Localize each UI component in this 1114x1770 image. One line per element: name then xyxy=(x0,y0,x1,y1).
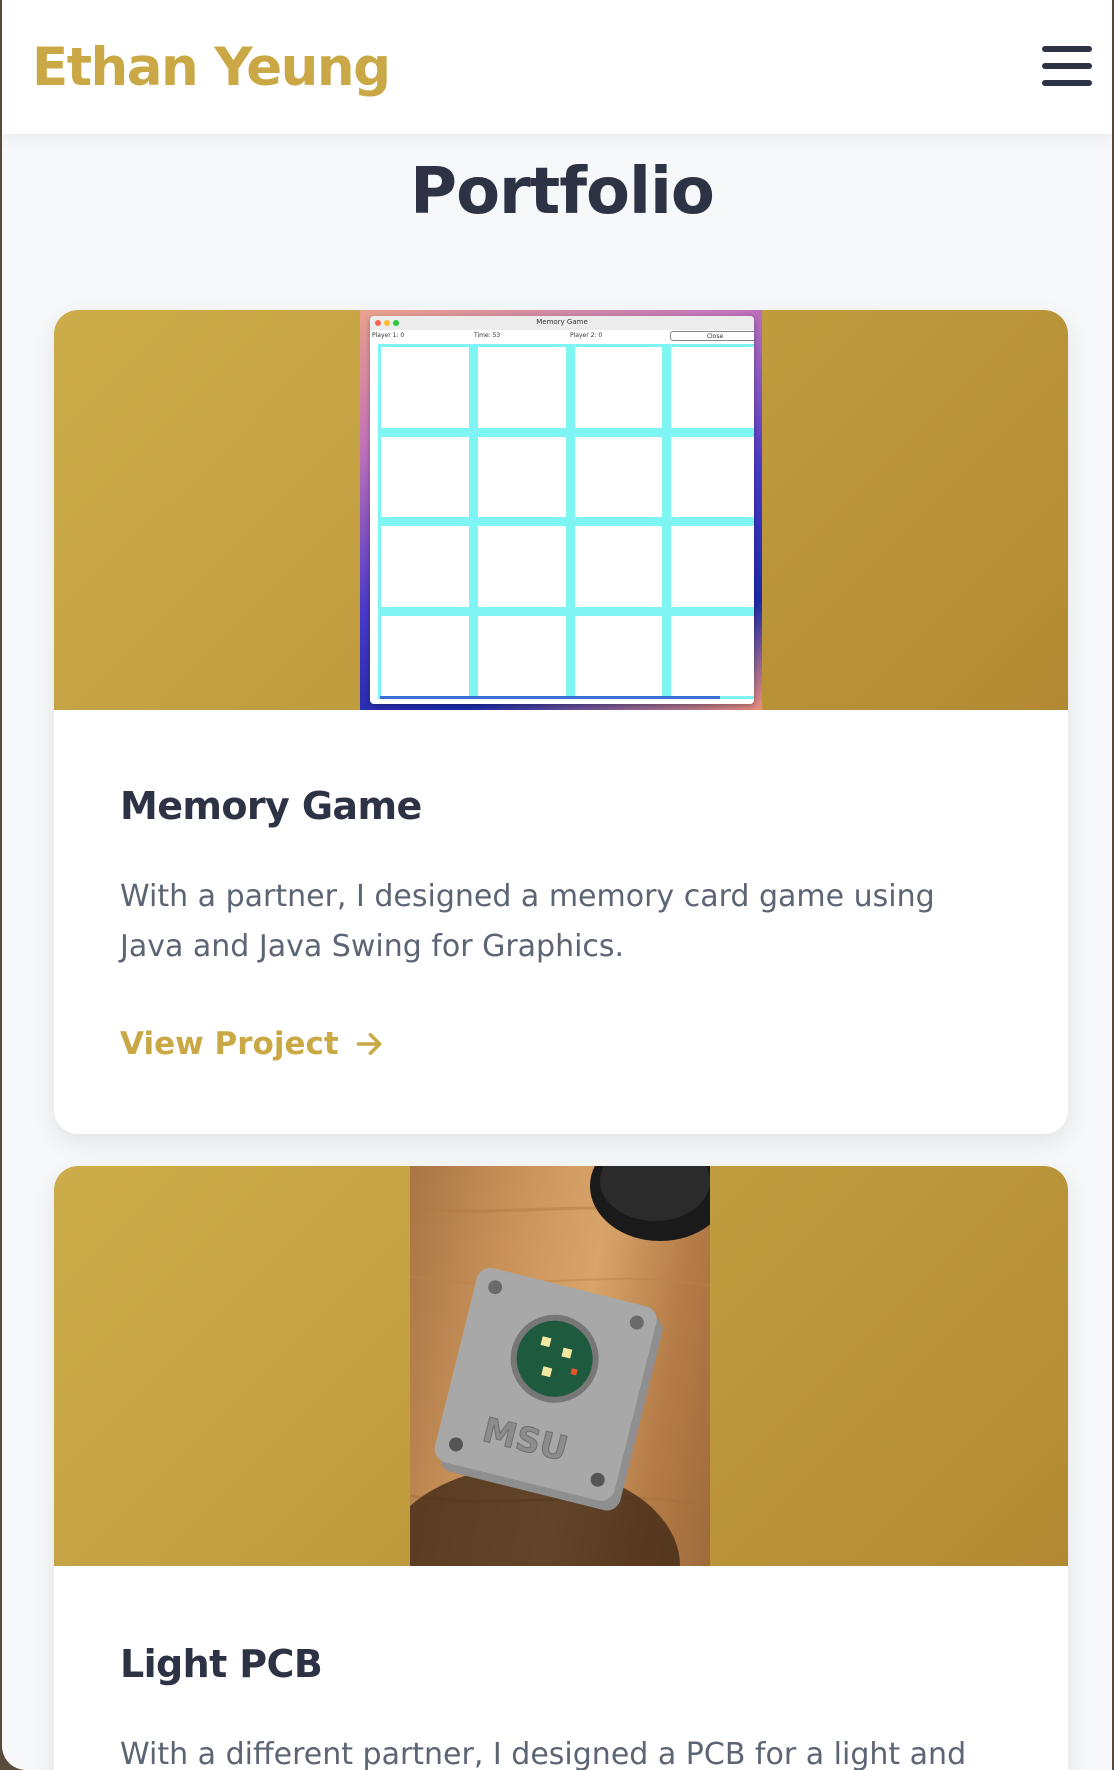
game-tile xyxy=(477,615,566,696)
game-tile xyxy=(381,436,469,517)
game-titlebar: Memory Game xyxy=(370,316,754,330)
menu-bar xyxy=(1042,46,1092,52)
page-title: Portfolio xyxy=(410,155,715,229)
project-description: With a different partner, I designed a P… xyxy=(120,1737,967,1770)
project-title: Light PCB xyxy=(120,1642,323,1686)
site-header: Ethan Yeung xyxy=(2,0,1112,134)
game-tile xyxy=(671,615,754,696)
arrow-right-icon xyxy=(356,1032,382,1056)
game-timer: Time: 53 xyxy=(474,332,501,339)
game-window: Memory Game Player 1: 0 Time: 53 Player … xyxy=(370,316,754,704)
pcb-photo-art: MSU xyxy=(410,1166,710,1566)
game-tile xyxy=(574,526,663,607)
memory-game-screenshot: Memory Game Player 1: 0 Time: 53 Player … xyxy=(360,310,762,710)
game-tile xyxy=(574,347,663,428)
project-card-light-pcb: MSU Light PCB With a different partner, … xyxy=(54,1166,1068,1770)
player1-score: Player 1: 0 xyxy=(372,332,405,339)
menu-bar xyxy=(1042,80,1092,86)
project-card-memory-game: Memory Game Player 1: 0 Time: 53 Player … xyxy=(54,310,1068,1134)
project-title: Memory Game xyxy=(120,784,422,828)
player2-score: Player 2: 0 xyxy=(570,332,603,339)
hamburger-menu-icon[interactable] xyxy=(1034,40,1092,92)
game-tile xyxy=(574,436,663,517)
game-tile xyxy=(477,347,566,428)
view-project-link[interactable]: View Project xyxy=(120,1024,385,1064)
project-description: With a partner, I designed a memory card… xyxy=(120,879,935,964)
game-tile xyxy=(477,526,566,607)
game-close-button: Close xyxy=(670,331,754,341)
view-project-label: View Project xyxy=(120,1026,339,1062)
game-tile xyxy=(671,526,754,607)
game-tile xyxy=(381,615,469,696)
game-progress-line xyxy=(380,696,720,699)
site-brand[interactable]: Ethan Yeung xyxy=(32,36,391,100)
card-grid xyxy=(378,344,754,699)
project-image-banner: Memory Game Player 1: 0 Time: 53 Player … xyxy=(54,310,1068,710)
page-viewport: Ethan Yeung Portfolio Memory Game Player… xyxy=(2,0,1112,1770)
game-tile xyxy=(477,436,566,517)
menu-bar xyxy=(1042,63,1092,69)
game-tile xyxy=(671,436,754,517)
game-tile xyxy=(574,615,663,696)
game-tile xyxy=(381,526,469,607)
light-pcb-photo: MSU xyxy=(410,1166,710,1566)
game-tile xyxy=(671,347,754,428)
game-window-title: Memory Game xyxy=(536,318,588,326)
game-tile xyxy=(381,347,469,428)
project-image-banner: MSU xyxy=(54,1166,1068,1566)
